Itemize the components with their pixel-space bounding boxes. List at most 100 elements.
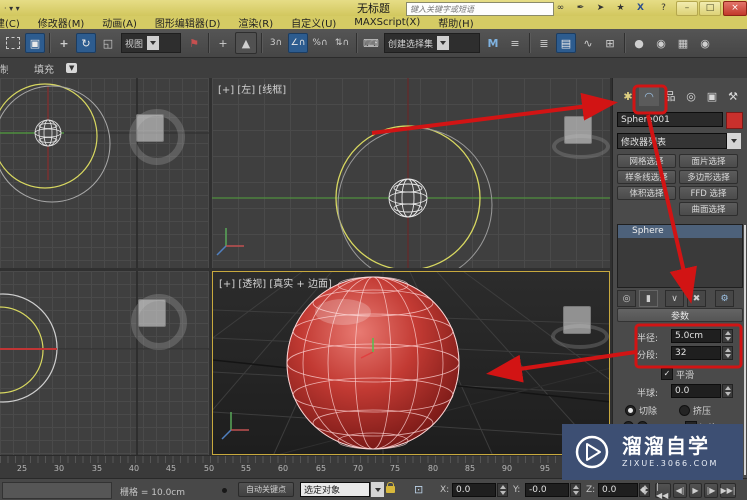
ribbon-tab-fill[interactable]: 填充 [34, 61, 54, 76]
tab-hierarchy-icon[interactable]: 品 [660, 86, 680, 106]
auto-key-button[interactable]: 自动关键点 [238, 482, 294, 497]
selection-filter-dropdown[interactable]: 选定对象 [300, 482, 370, 497]
material-editor-icon[interactable]: ● [629, 33, 649, 53]
parameters-rollout-header[interactable]: 参数 [617, 308, 743, 322]
hemisphere-field[interactable]: 0.0 [671, 384, 721, 398]
viewport-left[interactable]: [+] [左] [线框] [212, 78, 610, 268]
menu-rendering[interactable]: 渲染(R) [229, 16, 282, 29]
radius-spinner[interactable] [722, 329, 733, 343]
x-coord-spinner[interactable] [497, 483, 508, 497]
render-setup-icon[interactable]: ◉ [651, 33, 671, 53]
cursor-help-icon[interactable]: ➤ [592, 1, 609, 15]
menu-maxscript[interactable]: MAXScript(X) [345, 17, 429, 28]
select-scale-icon[interactable]: ◱ [98, 33, 118, 53]
modifier-stack-item[interactable]: Sphere [618, 225, 742, 238]
select-place-icon[interactable]: + [213, 33, 233, 53]
menu-help[interactable]: 帮助(H) [429, 16, 482, 29]
modifier-btn-surface-select[interactable]: 曲面选择 [679, 202, 738, 216]
track-bar[interactable]: 25 30 35 40 45 50 55 60 65 70 75 80 85 9… [0, 455, 612, 479]
dropdown-arrow-icon[interactable] [147, 36, 159, 50]
select-object-icon[interactable]: ▣ [25, 33, 45, 53]
minimize-button[interactable]: – [676, 1, 698, 16]
pin-stack-icon[interactable]: ◎ [617, 290, 636, 307]
modifier-btn-mesh-select[interactable]: 网格选择 [617, 154, 676, 168]
named-selection-set-dropdown[interactable]: 创建选择集 [384, 33, 480, 53]
viewcube[interactable] [124, 287, 180, 343]
squash-radio[interactable] [679, 405, 690, 416]
menu-customize[interactable]: 自定义(U) [282, 16, 345, 29]
select-rotate-icon[interactable]: ↻ [76, 33, 96, 53]
viewport-perspective-label[interactable]: [+] [透视] [真实 + 边面] [219, 275, 332, 290]
show-end-result-icon[interactable]: ▮ [639, 290, 658, 307]
menu-modifiers[interactable]: 修改器(M) [29, 16, 93, 29]
viewport-left-label[interactable]: [+] [左] [线框] [218, 81, 286, 96]
spinner-snap-icon[interactable]: ⇅∩ [332, 33, 352, 53]
curve-editor-icon[interactable]: ∿ [578, 33, 598, 53]
mirror-icon[interactable]: M [483, 33, 503, 53]
dropdown-arrow-icon[interactable] [437, 36, 449, 50]
segments-field[interactable]: 32 [671, 346, 721, 360]
object-color-swatch[interactable] [726, 112, 743, 129]
next-frame-button[interactable]: |▶ [704, 483, 718, 498]
favorites-star-icon[interactable]: ★ [612, 1, 629, 15]
go-to-start-button[interactable]: |◀◀ [655, 483, 671, 498]
layer-manager-icon[interactable]: ≣ [534, 33, 554, 53]
modifier-btn-vol-select[interactable]: 体积选择 [617, 186, 676, 200]
viewport-top[interactable] [0, 78, 209, 268]
tab-modify-icon[interactable]: ◠ [639, 86, 659, 106]
y-coord-spinner[interactable] [570, 483, 581, 497]
snap-toggle-3d-icon[interactable]: 3∩ [266, 33, 286, 53]
transform-gizmo-icon[interactable]: ⊡ [414, 483, 423, 496]
viewport-front[interactable] [0, 271, 209, 455]
render-production-icon[interactable]: ◉ [695, 33, 715, 53]
tab-create-icon[interactable]: ✱ [618, 86, 638, 106]
modifier-btn-patch-select[interactable]: 面片选择 [679, 154, 738, 168]
hemisphere-spinner[interactable] [722, 384, 733, 398]
ribbon-toggle-icon[interactable]: ▤ [556, 33, 576, 53]
menu-graph-editors[interactable]: 图形编辑器(D) [146, 16, 230, 29]
configure-modifier-sets-icon[interactable]: ⚙ [715, 290, 734, 307]
infocenter-key-icon[interactable]: ✒ [572, 1, 589, 15]
viewcube[interactable] [549, 294, 605, 350]
rendered-frame-window-icon[interactable]: ▦ [673, 33, 693, 53]
modifier-btn-spline-select[interactable]: 样条线选择 [617, 170, 676, 184]
prev-frame-button[interactable]: ◀| [673, 483, 687, 498]
tab-utilities-icon[interactable]: ⚒ [723, 86, 743, 106]
ribbon-expand-icon[interactable]: ▼ [66, 63, 77, 73]
keyboard-override-icon[interactable]: ⌨ [361, 33, 381, 53]
align-icon[interactable]: ≡ [505, 33, 525, 53]
z-coord-field[interactable]: 0.0 [598, 483, 638, 497]
percent-snap-icon[interactable]: %∩ [310, 33, 330, 53]
modifier-list-dropdown[interactable]: 修改器列表 [617, 133, 727, 149]
angle-snap-icon[interactable]: ∠∩ [288, 33, 308, 53]
chop-radio[interactable] [625, 405, 636, 416]
smooth-checkbox[interactable]: ✓ [661, 368, 673, 380]
radius-field[interactable]: 5.0cm [671, 329, 721, 343]
go-to-end-button[interactable]: ▶▶| [720, 483, 736, 498]
viewport-perspective[interactable]: [+] [透视] [真实 + 边面] [212, 271, 610, 455]
play-button[interactable]: ▶ [689, 483, 702, 498]
tab-motion-icon[interactable]: ◎ [681, 86, 701, 106]
make-unique-icon[interactable]: ∨ [665, 290, 684, 307]
viewcube[interactable] [550, 104, 606, 160]
modifier-stack[interactable]: Sphere [617, 224, 743, 288]
key-mode-icon[interactable]: ◆ [640, 485, 646, 494]
viewcube[interactable] [122, 102, 178, 158]
selection-lock-icon[interactable] [386, 486, 395, 493]
use-pivot-center-icon[interactable]: ▲ [235, 32, 257, 54]
menu-animation[interactable]: 动画(A) [93, 16, 146, 29]
maximize-button[interactable]: □ [699, 1, 721, 16]
remove-modifier-icon[interactable]: ✖ [687, 290, 706, 307]
selection-filter-arrow-icon[interactable] [371, 482, 384, 497]
modifier-btn-ffd-select[interactable]: FFD 选择 [679, 186, 738, 200]
menu-create[interactable]: 建(C) [0, 16, 29, 29]
tab-display-icon[interactable]: ▣ [702, 86, 722, 106]
help-icon[interactable]: ? [655, 1, 672, 15]
panel-scrollbar[interactable] [744, 225, 746, 475]
y-coord-field[interactable]: -0.0 [525, 483, 569, 497]
ribbon-tab-clipped[interactable]: 制 [0, 61, 8, 76]
modifier-btn-poly-select[interactable]: 多边形选择 [679, 170, 738, 184]
object-name-field[interactable]: Sphere001 [617, 112, 723, 127]
close-button[interactable]: × [723, 1, 747, 16]
select-region-icon[interactable] [3, 33, 23, 53]
